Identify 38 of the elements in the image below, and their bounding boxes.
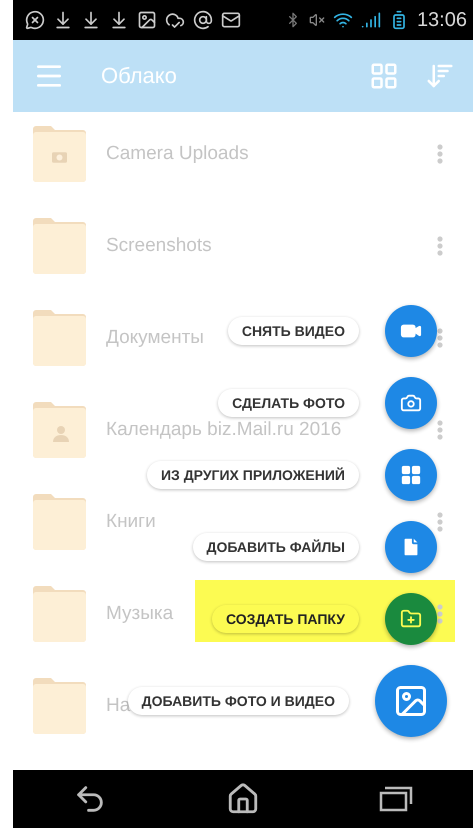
recent-apps-icon[interactable] — [379, 786, 414, 812]
folder-name[interactable]: Календарь biz.Mail.ru 2016 — [106, 419, 342, 441]
action-label[interactable]: ДОБАВИТЬ ФАЙЛЫ — [192, 533, 359, 561]
mute-icon — [308, 12, 325, 28]
folder-name[interactable]: Книги — [106, 511, 156, 533]
folder-plus-icon — [400, 608, 422, 630]
folder-name[interactable]: На — [106, 695, 130, 717]
image-icon — [393, 683, 429, 719]
folder-name[interactable]: Музыка — [106, 603, 174, 625]
action-fab[interactable] — [385, 305, 437, 357]
mail-icon — [221, 10, 241, 30]
clock-time: 13:06 — [416, 8, 467, 32]
image-icon — [137, 10, 157, 30]
at-sign-icon — [193, 10, 213, 30]
action-fab[interactable] — [385, 449, 437, 501]
action-fab[interactable] — [385, 521, 437, 573]
folder-icon — [33, 494, 86, 550]
camera-icon — [400, 392, 422, 414]
screen-title: Облако — [101, 63, 178, 89]
more-options-icon[interactable] — [437, 328, 443, 348]
folder-name[interactable]: Screenshots — [106, 235, 212, 257]
signal-icon — [360, 10, 381, 30]
action-label[interactable]: ИЗ ДРУГИХ ПРИЛОЖЕНИЙ — [146, 461, 359, 489]
folder-icon — [33, 218, 86, 274]
folder-icon — [33, 310, 86, 366]
folder-name[interactable]: Camera Uploads — [106, 143, 249, 165]
action-label[interactable]: СНЯТЬ ВИДЕО — [228, 317, 359, 345]
folder-name[interactable]: Документы — [106, 327, 204, 349]
folder-icon — [33, 586, 86, 642]
folder-icon — [33, 126, 86, 182]
action-label[interactable]: СОЗДАТЬ ПАПКУ — [212, 605, 359, 633]
action-fab[interactable] — [375, 665, 447, 737]
action-fab[interactable] — [385, 377, 437, 429]
folder-icon — [33, 402, 86, 458]
message-error-icon — [25, 10, 45, 30]
folder-icon — [33, 678, 86, 734]
action-label[interactable]: СДЕЛАТЬ ФОТО — [218, 389, 359, 417]
grid-icon — [400, 464, 422, 486]
